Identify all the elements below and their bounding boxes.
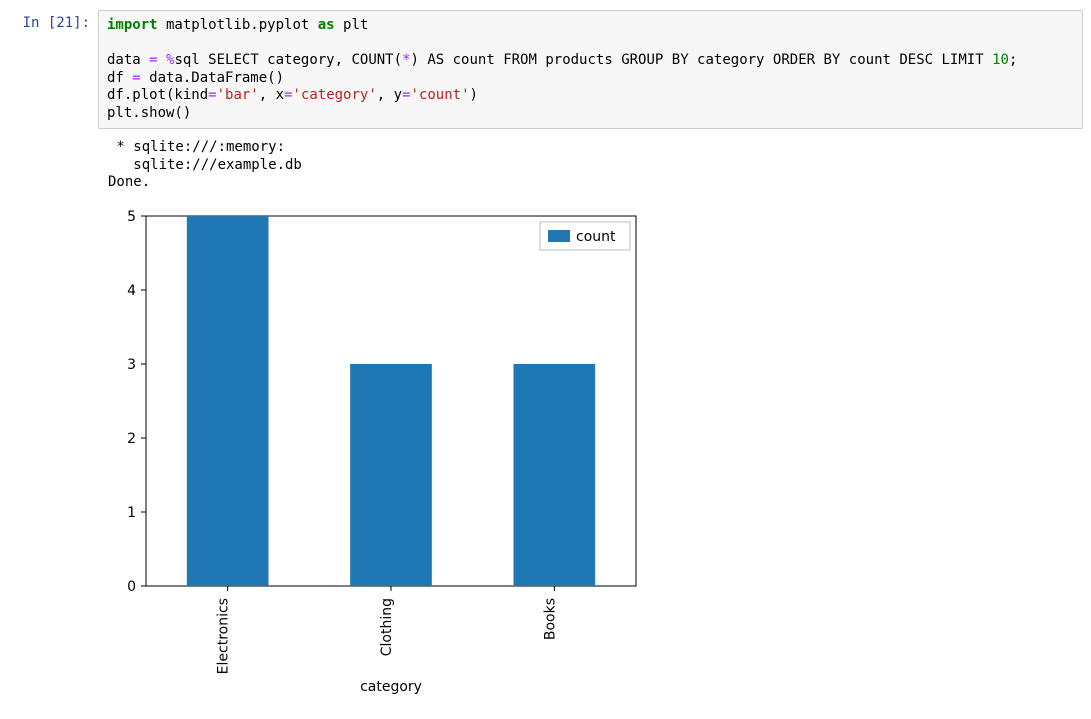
- code-source[interactable]: import matplotlib.pyplot as plt data = %…: [107, 17, 1074, 122]
- chart-svg: 0 1 2 3 4 5 Electronics Clothing Books category co…: [106, 206, 646, 706]
- input-prompt: In [21]:: [8, 10, 98, 31]
- code-input-area[interactable]: import matplotlib.pyplot as plt data = %…: [98, 10, 1083, 129]
- svg-text:3: 3: [127, 357, 136, 373]
- chart-cell: 0 1 2 3 4 5 Electronics Clothing Books category co…: [8, 198, 1083, 709]
- xtick-label: Electronics: [216, 598, 232, 674]
- bar-electronics: [187, 216, 269, 586]
- svg-text:4: 4: [127, 283, 136, 299]
- legend-label: count: [576, 229, 616, 245]
- stdout-text: * sqlite:///:memory: sqlite:///example.d…: [98, 135, 302, 192]
- svg-text:0: 0: [127, 579, 136, 595]
- x-axis-label: category: [360, 679, 422, 695]
- output-cell: * sqlite:///:memory: sqlite:///example.d…: [8, 135, 1083, 192]
- legend-swatch: [548, 230, 570, 242]
- bar-clothing: [350, 364, 432, 586]
- svg-text:2: 2: [127, 431, 136, 447]
- svg-text:5: 5: [127, 209, 136, 225]
- svg-text:1: 1: [127, 505, 136, 521]
- chart-prompt-spacer: [8, 198, 98, 203]
- code-cell: In [21]: import matplotlib.pyplot as plt…: [8, 10, 1083, 129]
- xtick-label: Clothing: [379, 598, 395, 656]
- bar-books: [514, 364, 596, 586]
- output-prompt-spacer: [8, 135, 98, 140]
- bar-chart: 0 1 2 3 4 5 Electronics Clothing Books category co…: [98, 198, 646, 709]
- xtick-label: Books: [542, 598, 558, 640]
